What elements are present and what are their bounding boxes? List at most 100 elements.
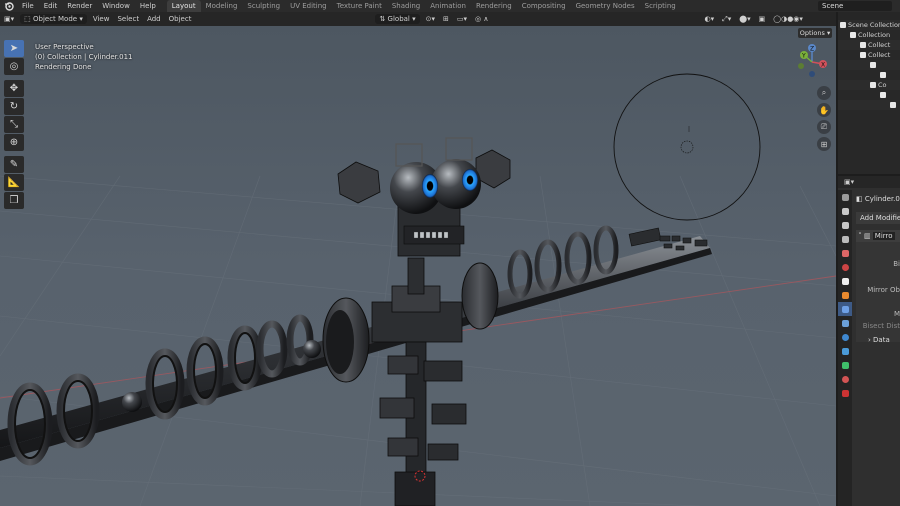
move-tool[interactable]: ✥ [4, 80, 24, 97]
menu-file[interactable]: File [17, 0, 39, 12]
options-button[interactable]: Options ▾ [798, 28, 832, 38]
mirror-object-label: Mirror Ob [867, 286, 900, 294]
menu-object[interactable]: Object [165, 14, 196, 24]
blender-logo-icon[interactable] [4, 1, 14, 11]
constraints-tab[interactable] [838, 344, 852, 358]
select-tool[interactable]: ➤ [4, 40, 24, 57]
world-tab[interactable] [838, 260, 852, 274]
menu-add[interactable]: Add [143, 14, 165, 24]
transform-orientation[interactable]: ⇅ Global ▾ [375, 14, 420, 24]
transform-tool[interactable]: ⊕ [4, 134, 24, 151]
menu-select[interactable]: Select [113, 14, 143, 24]
outliner-row[interactable] [838, 100, 900, 110]
shading-modes-icon[interactable]: ◯◑●◉▾ [769, 14, 807, 24]
menu-edit[interactable]: Edit [39, 0, 63, 12]
pivot-icon[interactable]: ⊙▾ [422, 14, 439, 24]
tab-sculpting[interactable]: Sculpting [242, 0, 285, 12]
editor-type-icon[interactable]: ▣▾ [844, 178, 854, 186]
outliner-row[interactable] [838, 60, 900, 70]
modifier-header[interactable]: ˅ ▥ Mirro [856, 230, 900, 242]
render-icon [841, 207, 849, 215]
tool-tab[interactable] [838, 190, 852, 204]
tab-modeling[interactable]: Modeling [201, 0, 243, 12]
measure-tool[interactable]: 📐 [4, 174, 24, 191]
xray-icon[interactable]: ▣ [755, 14, 770, 24]
annotate-tool[interactable]: ✎ [4, 156, 24, 173]
zoom-icon[interactable]: ⌕ [817, 86, 831, 100]
add-modifier-button[interactable]: Add Modifier [856, 212, 900, 224]
modifier-name-field[interactable]: Mirro [872, 232, 895, 240]
particles-tab[interactable] [838, 316, 852, 330]
shoulder-joint-left [303, 340, 321, 358]
editor-type-icon[interactable]: ▣▾ [0, 14, 18, 24]
outliner-row[interactable]: Co [838, 80, 900, 90]
mode-label: Object Mode [32, 15, 78, 23]
overlays-icon[interactable]: ⬤▾ [735, 14, 754, 24]
proportional-icon[interactable]: ◎ ∧ [471, 14, 492, 24]
data-tab[interactable] [838, 358, 852, 372]
cursor-target-icon: ◎ [9, 61, 19, 72]
tab-shading[interactable]: Shading [387, 0, 425, 12]
modifier-tab[interactable] [838, 302, 852, 316]
collection-icon [860, 42, 866, 48]
camera-icon[interactable]: ⎚ [817, 120, 831, 134]
texture-tab[interactable] [838, 386, 852, 400]
tab-texture-paint[interactable]: Texture Paint [332, 0, 387, 12]
navigation-gizmo[interactable]: Z X Y [796, 42, 830, 78]
menu-window[interactable]: Window [97, 0, 135, 12]
tab-geometry-nodes[interactable]: Geometry Nodes [571, 0, 640, 12]
scene-name: Scene [822, 2, 844, 10]
view-layer-tab[interactable] [838, 232, 852, 246]
tab-scripting[interactable]: Scripting [640, 0, 681, 12]
cursor-tool[interactable]: ◎ [4, 58, 24, 75]
tab-animation[interactable]: Animation [425, 0, 471, 12]
gizmo-icon[interactable]: ⤢▾ [718, 14, 735, 24]
scale-tool[interactable]: ⤡ [4, 116, 24, 133]
collection-icon [840, 22, 846, 28]
torso [371, 285, 467, 506]
tab-compositing[interactable]: Compositing [517, 0, 571, 12]
physics-tab[interactable] [838, 330, 852, 344]
add-cube-tool[interactable]: ❒ [4, 192, 24, 209]
outliner-row[interactable]: Collect [838, 40, 900, 50]
outliner-row[interactable] [838, 90, 900, 100]
outliner-row[interactable]: Collect [838, 50, 900, 60]
object-tab[interactable] [838, 288, 852, 302]
wrench-icon [841, 305, 849, 313]
left-eye [422, 174, 438, 198]
outliner-row[interactable]: Collection [838, 30, 900, 40]
gizmo-y-label: Y [801, 53, 806, 60]
visibility-icon[interactable]: ◐▾ [701, 14, 719, 24]
collection-icon [870, 82, 876, 88]
material-tab[interactable] [838, 372, 852, 386]
particles-icon [841, 319, 849, 327]
tab-uv-editing[interactable]: UV Editing [285, 0, 332, 12]
snap-toggle-icon[interactable]: ▭▾ [453, 14, 471, 24]
rotate-tool[interactable]: ↻ [4, 98, 24, 115]
tab-rendering[interactable]: Rendering [471, 0, 517, 12]
texture-icon [841, 389, 849, 397]
grid-icon[interactable]: ⊞ [817, 137, 831, 151]
mode-selector[interactable]: ⬚ Object Mode ▾ [20, 14, 87, 24]
top-menu-bar: File Edit Render Window Help Layout Mode… [0, 0, 900, 12]
menu-help[interactable]: Help [135, 0, 161, 12]
neck [407, 257, 425, 295]
tab-layout[interactable]: Layout [166, 0, 201, 12]
hand-icon[interactable]: ✋ [817, 103, 831, 117]
object-name-field[interactable]: ◧ Cylinder.01 [856, 194, 900, 205]
orientation-label: Global [387, 15, 410, 23]
properties-header: ▣▾ [838, 176, 900, 188]
menu-render[interactable]: Render [62, 0, 97, 12]
3d-viewport[interactable]: User Perspective (0) Collection | Cylind… [0, 26, 836, 506]
collection-tab[interactable] [838, 274, 852, 288]
scene-selector[interactable]: Scene [818, 1, 892, 11]
render-tab[interactable] [838, 204, 852, 218]
right-eye [462, 169, 478, 191]
outliner-row[interactable]: Scene Collection [838, 20, 900, 30]
outliner-row[interactable] [838, 70, 900, 80]
menu-view[interactable]: View [89, 14, 114, 24]
data-subpanel[interactable]: › Data [868, 336, 890, 344]
scene-tab[interactable] [838, 246, 852, 260]
snap-icon[interactable]: ⊞ [439, 14, 453, 24]
output-tab[interactable] [838, 218, 852, 232]
